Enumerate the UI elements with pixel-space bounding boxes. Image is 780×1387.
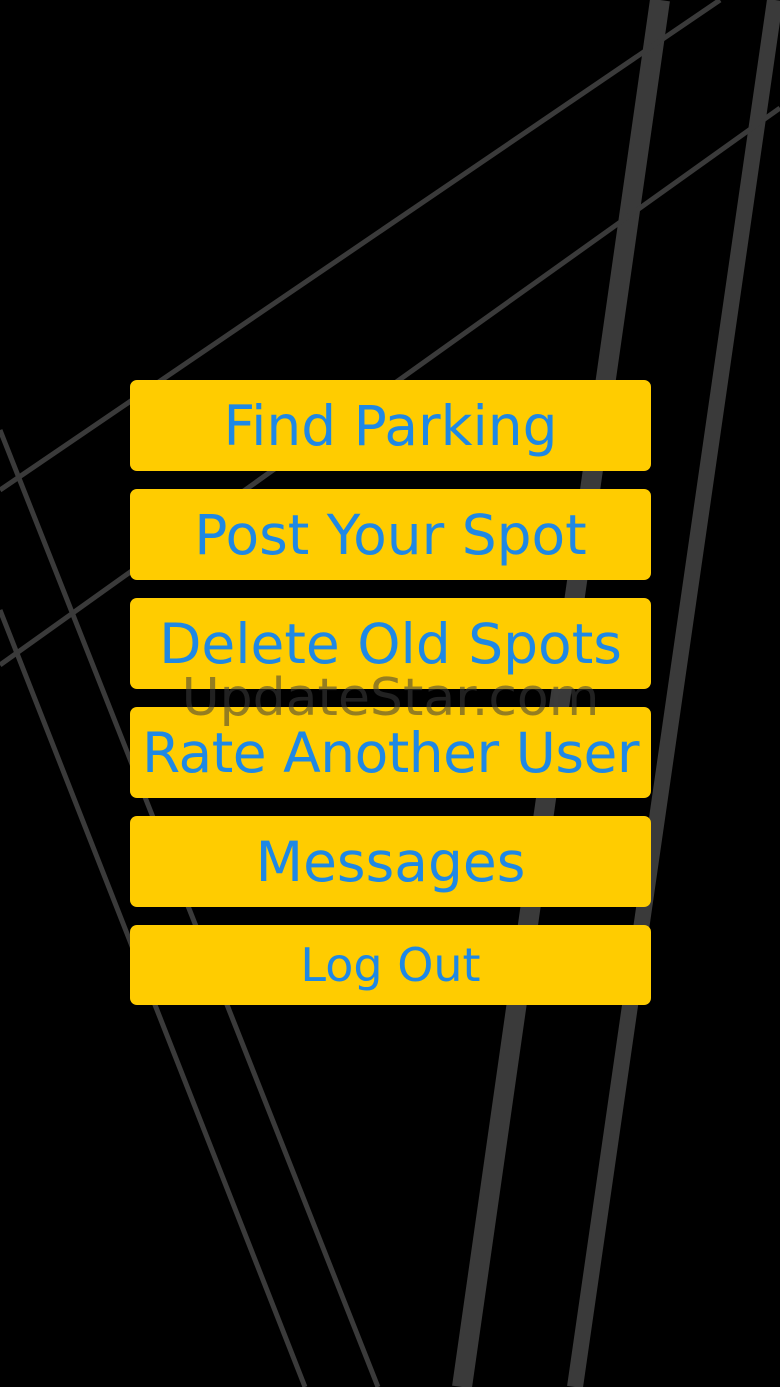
find-parking-button[interactable]: Find Parking	[130, 380, 651, 471]
messages-button[interactable]: Messages	[130, 816, 651, 907]
delete-old-spots-button[interactable]: Delete Old Spots	[130, 598, 651, 689]
main-menu: Find Parking Post Your Spot Delete Old S…	[130, 380, 651, 1023]
post-your-spot-button[interactable]: Post Your Spot	[130, 489, 651, 580]
log-out-button[interactable]: Log Out	[130, 925, 651, 1005]
app-screen: Find Parking Post Your Spot Delete Old S…	[0, 0, 780, 1387]
rate-another-user-button[interactable]: Rate Another User	[130, 707, 651, 798]
